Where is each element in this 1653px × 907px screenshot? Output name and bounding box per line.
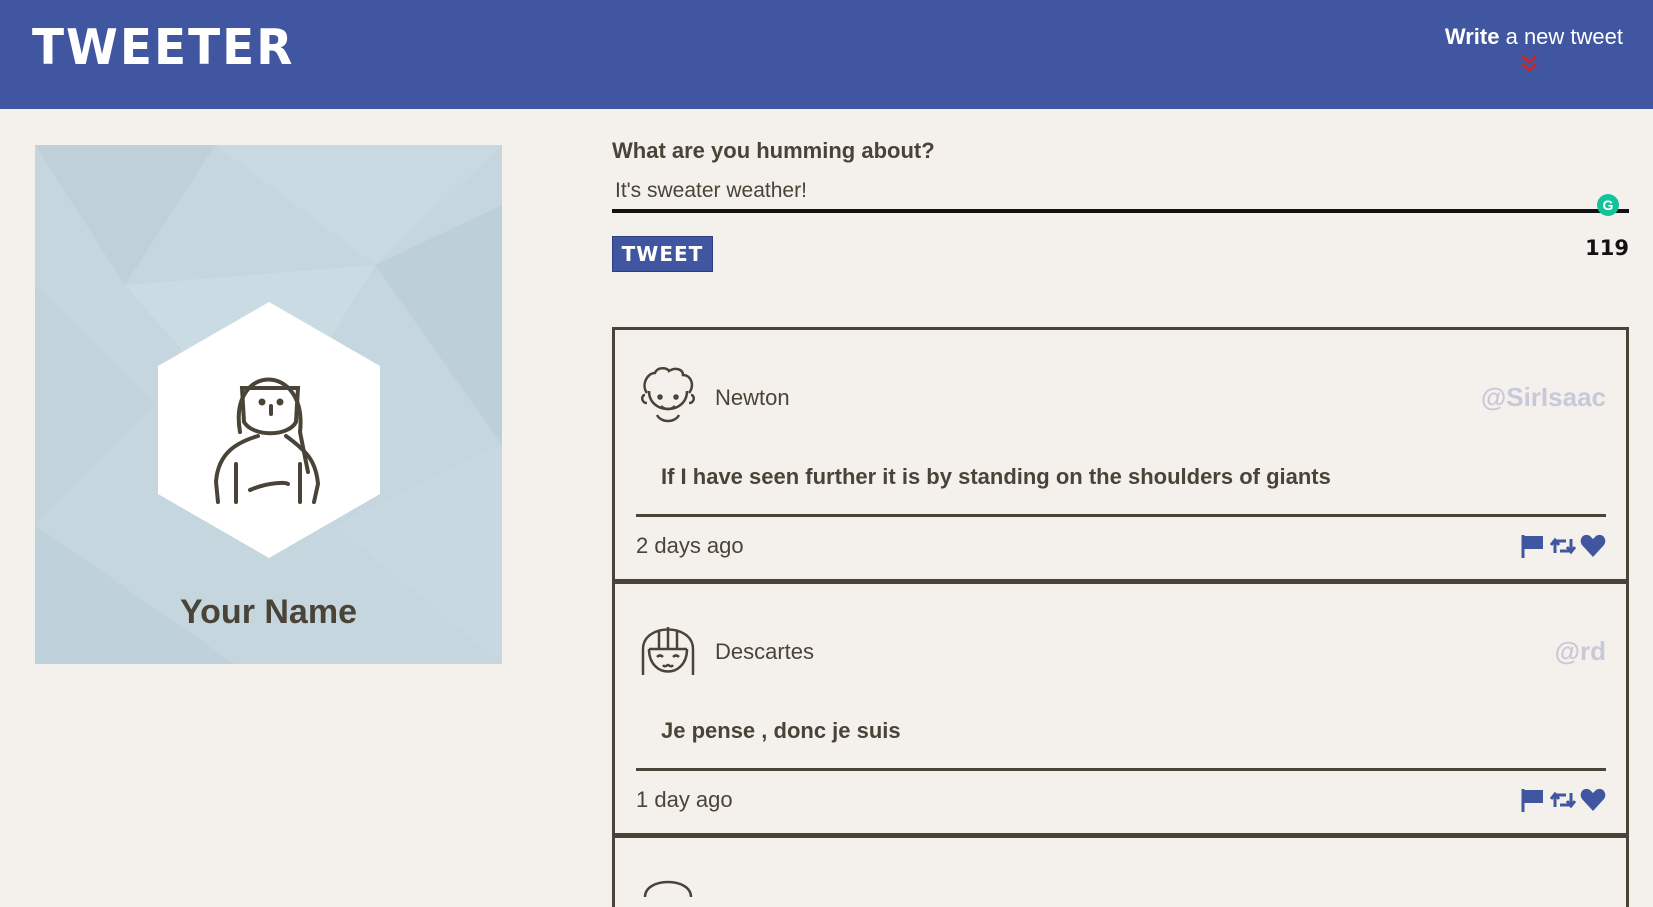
- tweet-author: Newton: [715, 385, 790, 410]
- profile-name: Your Name: [180, 593, 357, 631]
- character-counter: 119: [1585, 236, 1629, 260]
- write-new-tweet-label: Write a new tweet: [1423, 24, 1623, 50]
- flag-icon[interactable]: [1520, 787, 1546, 813]
- write-bold-text: Write: [1444, 24, 1500, 49]
- heart-icon[interactable]: [1580, 533, 1606, 559]
- tweet-card: Descartes @rd Je pense , donc je suis 1 …: [615, 584, 1626, 838]
- compose-form: What are you humming about? G TWEET 119: [612, 138, 1629, 272]
- flag-icon[interactable]: [1520, 533, 1546, 559]
- grammarly-icon[interactable]: G: [1597, 194, 1619, 216]
- heart-icon[interactable]: [1580, 787, 1606, 813]
- avatar-hexagon: [158, 302, 380, 558]
- tweet-card: Newton @SirIsaac If I have seen further …: [615, 330, 1626, 584]
- write-new-tweet-toggle[interactable]: Write a new tweet: [1423, 24, 1623, 84]
- tweet-divider: [636, 768, 1606, 771]
- curly-hair-avatar-icon: [641, 367, 695, 423]
- navbar: TWEETER Write a new tweet: [0, 0, 1653, 109]
- tweet-card: [615, 838, 1626, 907]
- tweet-body: If I have seen further it is by standing…: [661, 464, 1331, 489]
- tweet-author: Descartes: [715, 639, 815, 664]
- bob-hair-avatar-icon: [641, 627, 695, 675]
- partial-avatar-icon: [643, 880, 693, 898]
- tweet-handle: @SirIsaac: [1480, 382, 1606, 412]
- tweet-body: Je pense , donc je suis: [661, 718, 901, 743]
- tweet-divider: [636, 514, 1606, 517]
- tweet-handle: @rd: [1554, 636, 1606, 666]
- write-rest-text: a new tweet: [1499, 24, 1623, 49]
- tweet-submit-button[interactable]: TWEET: [612, 236, 713, 272]
- tweet-feed[interactable]: Newton @SirIsaac If I have seen further …: [612, 327, 1629, 907]
- retweet-icon[interactable]: [1549, 533, 1577, 559]
- tweet-actions: [1520, 787, 1606, 813]
- brand-logo: TWEETER: [32, 18, 295, 77]
- tweet-timestamp: 1 day ago: [636, 787, 733, 812]
- compose-question: What are you humming about?: [612, 138, 935, 163]
- profile-card: Your Name: [35, 145, 502, 664]
- double-chevron-down-icon: [1521, 54, 1537, 72]
- tweet-textarea[interactable]: [612, 169, 1629, 213]
- retweet-icon[interactable]: [1549, 787, 1577, 813]
- tweet-timestamp: 2 days ago: [636, 533, 744, 558]
- tweet-actions: [1520, 533, 1606, 559]
